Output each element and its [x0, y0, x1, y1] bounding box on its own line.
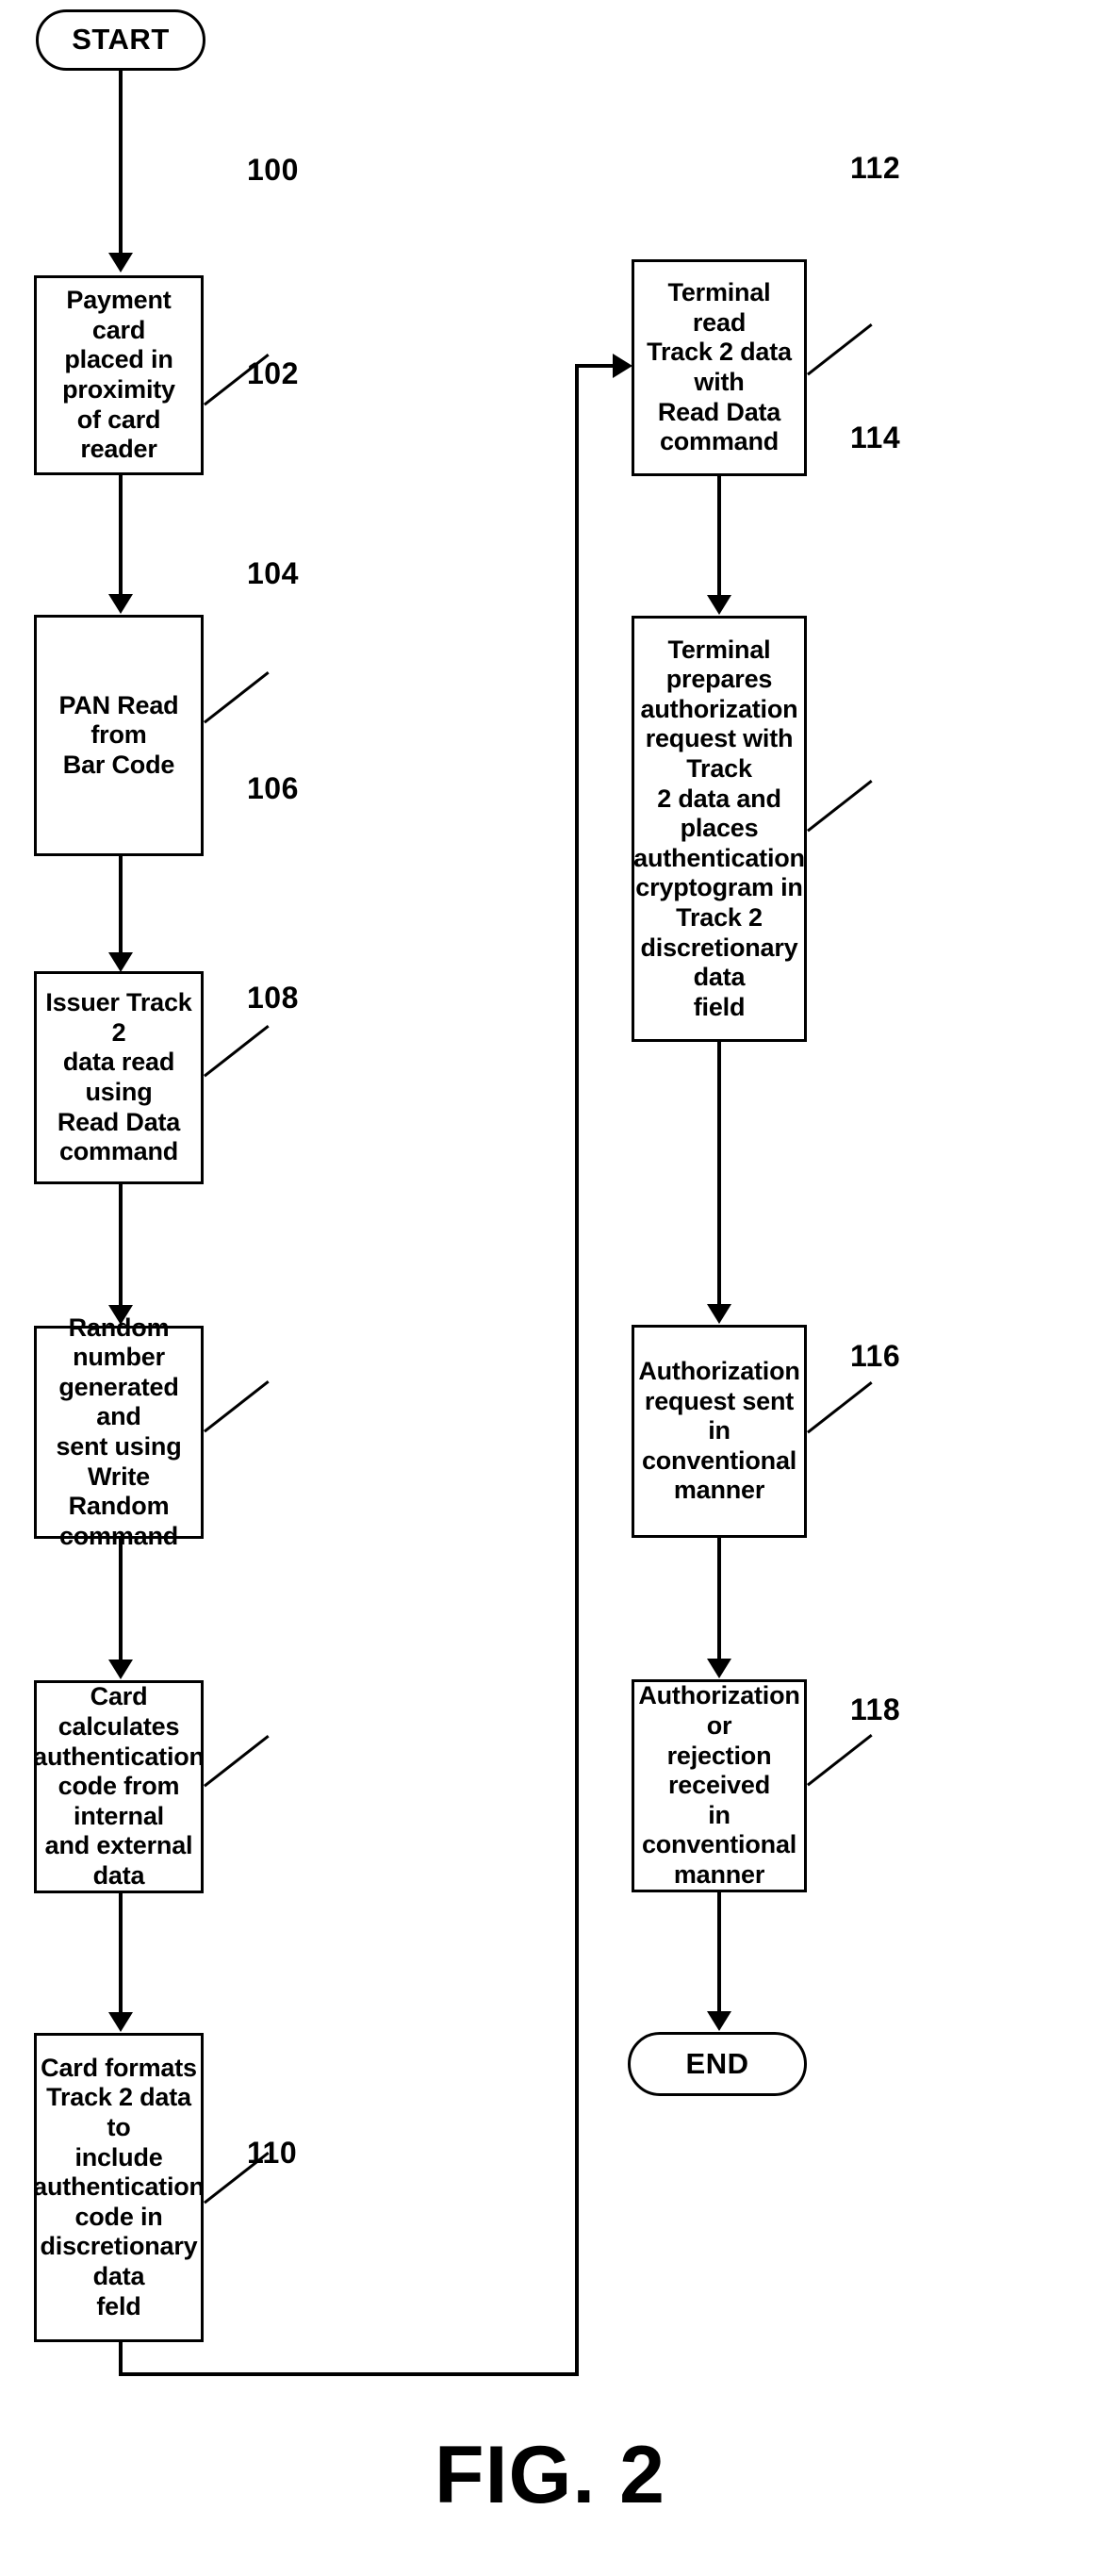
leader-line-114 — [807, 780, 873, 833]
ref-numeral-108: 108 — [247, 981, 299, 1015]
arrowhead-114-to-116 — [707, 1304, 731, 1324]
feedback-connector-vertical-down — [119, 2342, 123, 2376]
process-box-112-label: Terminal read Track 2 data with Read Dat… — [647, 278, 792, 456]
terminator-end-label: END — [685, 2046, 749, 2080]
process-box-112: Terminal read Track 2 data with Read Dat… — [632, 259, 807, 476]
process-box-100-label: Payment card placed in proximity of card… — [62, 286, 175, 464]
feedback-connector-horizontal-bottom — [119, 2372, 579, 2376]
terminator-end: END — [628, 2032, 807, 2096]
arrowhead-102-to-104 — [108, 952, 133, 972]
ref-numeral-102: 102 — [247, 356, 299, 390]
connector-108-to-110 — [119, 1893, 123, 2014]
leader-line-104 — [204, 1025, 270, 1078]
leader-line-116 — [807, 1381, 873, 1434]
arrowhead-118-to-end — [707, 2011, 731, 2031]
connector-112-to-114 — [717, 476, 721, 597]
process-box-108-label: Card calculates authentication code from… — [33, 1682, 205, 1890]
arrowhead-108-to-110 — [108, 2012, 133, 2032]
process-box-114: Terminal prepares authorization request … — [632, 616, 807, 1042]
process-box-102-label: PAN Read from Bar Code — [58, 690, 179, 779]
leader-line-112 — [807, 323, 873, 376]
connector-104-to-106 — [119, 1184, 123, 1307]
ref-numeral-104: 104 — [247, 556, 299, 590]
process-box-104-label: Issuer Track 2 data read using Read Data… — [45, 988, 192, 1166]
ref-numeral-114: 114 — [850, 421, 901, 454]
process-box-116-label: Authorization request sent in convention… — [638, 1357, 800, 1505]
arrowhead-106-to-108 — [108, 1660, 133, 1679]
process-box-118-label: Authorization or rejection received in c… — [638, 1681, 800, 1889]
connector-116-to-118 — [717, 1538, 721, 1660]
process-box-108: Card calculates authentication code from… — [33, 1680, 205, 1893]
connector-start-to-100 — [119, 71, 123, 255]
leader-line-108 — [204, 1735, 270, 1788]
ref-numeral-118: 118 — [850, 1693, 901, 1726]
process-box-102: PAN Read from Bar Code — [34, 615, 204, 856]
connector-114-to-116 — [717, 1042, 721, 1306]
connector-106-to-108 — [119, 1539, 123, 1661]
figure-sheet: START Payment card placed in proximity o… — [0, 0, 1100, 2576]
terminator-start: START — [36, 9, 205, 71]
ref-numeral-110: 110 — [247, 2136, 298, 2170]
leader-line-102 — [204, 671, 270, 724]
process-box-104: Issuer Track 2 data read using Read Data… — [34, 971, 204, 1184]
terminator-start-label: START — [72, 23, 170, 57]
connector-102-to-104 — [119, 856, 123, 958]
arrowhead-feedback-into-112 — [613, 354, 632, 378]
leader-line-118 — [807, 1734, 873, 1787]
ref-numeral-106: 106 — [247, 771, 299, 805]
process-box-118: Authorization or rejection received in c… — [632, 1679, 807, 1892]
arrowhead-start-to-100 — [108, 253, 133, 272]
figure-caption: FIG. 2 — [435, 2430, 665, 2520]
connector-118-to-end — [717, 1892, 721, 2013]
process-box-106: Random number generated and sent using W… — [34, 1313, 204, 1550]
connector-100-to-102 — [119, 475, 123, 596]
feedback-connector-vertical-up — [575, 366, 579, 2376]
process-box-106-label: Random number generated and sent using W… — [56, 1313, 182, 1550]
ref-numeral-112: 112 — [850, 151, 901, 185]
ref-numeral-116: 116 — [850, 1339, 901, 1373]
arrowhead-100-to-102 — [108, 594, 133, 614]
arrowhead-112-to-114 — [707, 595, 731, 615]
process-box-114-label: Terminal prepares authorization request … — [633, 635, 805, 1021]
ref-numeral-100: 100 — [247, 153, 299, 187]
process-box-110: Card formats Track 2 data to include aut… — [33, 2033, 205, 2342]
leader-line-106 — [204, 1380, 270, 1433]
process-box-116: Authorization request sent in convention… — [632, 1325, 807, 1538]
arrowhead-116-to-118 — [707, 1659, 731, 1678]
process-box-100: Payment card placed in proximity of card… — [34, 275, 204, 475]
process-box-110-label: Card formats Track 2 data to include aut… — [33, 2053, 205, 2320]
